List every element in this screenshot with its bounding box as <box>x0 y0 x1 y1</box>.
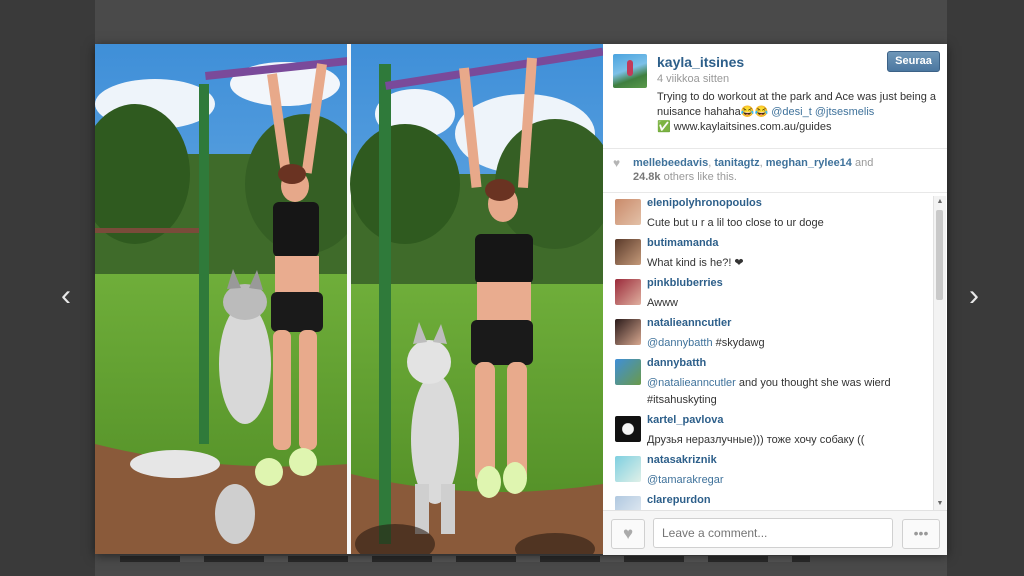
commenter-username[interactable]: kartel_pavlova <box>647 414 723 426</box>
background-thumbnails <box>120 556 810 562</box>
heart-icon: ♥ <box>622 524 634 543</box>
comment-text: What kind is he?! ❤ <box>647 257 744 269</box>
comment-item: clarepurdon <box>603 491 933 510</box>
commenter-username[interactable]: natasakriznik <box>647 454 717 466</box>
author-avatar[interactable] <box>613 54 647 88</box>
likes-section: ♥ mellebeedavis, tanitagtz, meghan_rylee… <box>603 148 947 193</box>
liker-link[interactable]: tanitagtz <box>714 157 759 169</box>
comment-footer: ♥ ••• <box>603 510 947 555</box>
likes-and: and <box>854 157 874 169</box>
commenter-username[interactable]: pinkbluberries <box>647 277 723 289</box>
comments-scrollbar[interactable]: ▲ ▼ <box>933 196 946 510</box>
previous-post-icon[interactable]: ‹ <box>54 278 78 314</box>
commenter-avatar[interactable] <box>615 416 641 442</box>
commenter-avatar[interactable] <box>615 279 641 305</box>
post-header: kayla_itsines 4 viikkoa sitten Seuraa Tr… <box>603 44 947 149</box>
scroll-thumb[interactable] <box>936 210 943 300</box>
scroll-down-arrow-icon[interactable]: ▼ <box>934 498 946 510</box>
commenter-username[interactable]: butimamanda <box>647 237 719 249</box>
comment-item: butimamanda What kind is he?! ❤ <box>603 234 933 274</box>
liker-link[interactable]: meghan_rylee14 <box>766 157 852 169</box>
commenter-username[interactable]: dannybatth <box>647 357 706 369</box>
post-timestamp[interactable]: 4 viikkoa sitten <box>657 73 729 85</box>
comment-item: pinkbluberries Awww <box>603 274 933 314</box>
caption-mention-desi[interactable]: @desi_t <box>771 106 812 118</box>
next-post-icon[interactable]: › <box>962 278 986 314</box>
caption-mention-jtsesmelis[interactable]: @jtsesmelis <box>815 106 874 118</box>
comment-item: kartel_pavlova Друзья неразлучные))) тож… <box>603 411 933 451</box>
like-button[interactable]: ♥ <box>611 519 645 549</box>
comment-item: natasakriznik @tamarakregar <box>603 451 933 491</box>
comment-item: dannybatth @natalieanncutler and you tho… <box>603 354 933 411</box>
comment-text: @tamarakregar <box>647 474 724 486</box>
follow-button[interactable]: Seuraa <box>887 51 940 72</box>
author-username[interactable]: kayla_itsines <box>657 54 744 70</box>
commenter-username[interactable]: clarepurdon <box>647 494 711 506</box>
likes-others-count: 24.8k <box>633 171 661 183</box>
comment-text: @natalieanncutler and you thought she wa… <box>647 377 891 406</box>
more-options-button[interactable]: ••• <box>902 519 940 549</box>
likes-text: mellebeedavis, tanitagtz, meghan_rylee14… <box>633 156 933 184</box>
comment-input[interactable] <box>653 518 893 548</box>
comment-text: Cute but u r a lil too close to ur doge <box>647 217 824 229</box>
commenter-username[interactable]: natalieanncutler <box>647 317 731 329</box>
commenter-avatar[interactable] <box>615 239 641 265</box>
heart-icon: ♥ <box>613 156 621 170</box>
likes-separator: , <box>708 157 712 169</box>
commenter-username[interactable]: elenipolyhronopoulos <box>647 197 762 209</box>
post-side-panel: kayla_itsines 4 viikkoa sitten Seuraa Tr… <box>603 44 947 555</box>
comment-text: Друзья неразлучные))) тоже хочу собаку (… <box>647 434 865 446</box>
comments-list[interactable]: elenipolyhronopoulos Cute but u r a lil … <box>603 194 933 510</box>
commenter-avatar[interactable] <box>615 319 641 345</box>
likes-separator: , <box>759 157 763 169</box>
comment-item: natalieanncutler @dannybatth #skydawg <box>603 314 933 354</box>
post-modal: kayla_itsines 4 viikkoa sitten Seuraa Tr… <box>95 44 947 555</box>
liker-link[interactable]: mellebeedavis <box>633 157 708 169</box>
commenter-avatar[interactable] <box>615 456 641 482</box>
comment-item: elenipolyhronopoulos Cute but u r a lil … <box>603 194 933 234</box>
likes-others-suffix: others like this. <box>663 171 737 183</box>
commenter-avatar[interactable] <box>615 199 641 225</box>
commenter-avatar[interactable] <box>615 496 641 510</box>
post-photo <box>95 44 603 554</box>
comment-text: @dannybatth #skydawg <box>647 337 765 349</box>
post-caption: Trying to do workout at the park and Ace… <box>657 90 937 135</box>
commenter-avatar[interactable] <box>615 359 641 385</box>
comment-text: Awww <box>647 297 678 309</box>
caption-link: ✅ www.kaylaitsines.com.au/guides <box>657 121 832 133</box>
scroll-up-arrow-icon[interactable]: ▲ <box>934 196 946 208</box>
